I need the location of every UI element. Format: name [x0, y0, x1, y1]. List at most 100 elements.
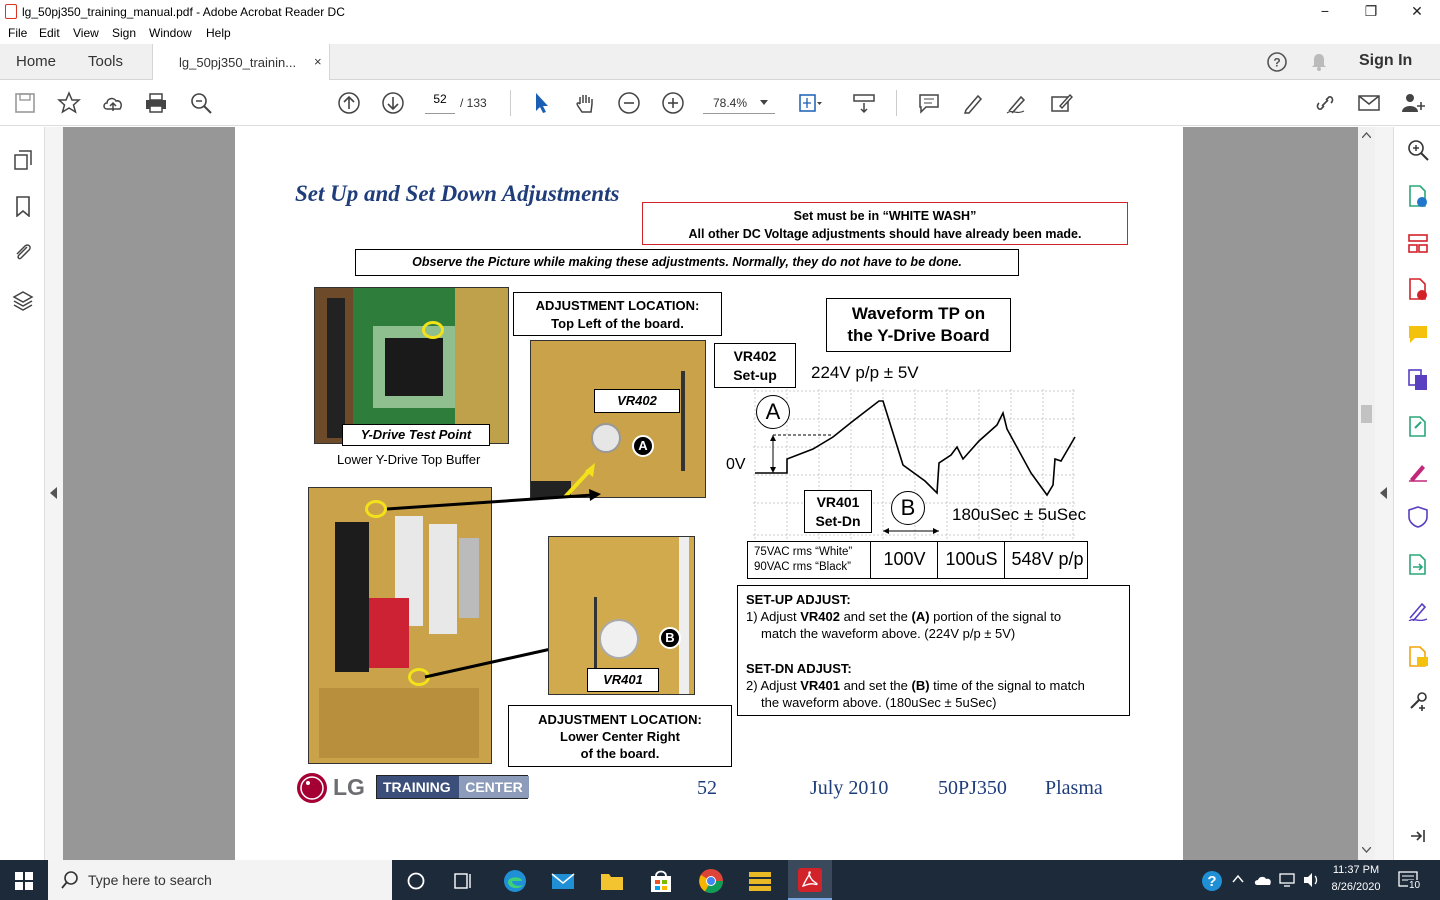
bell-icon[interactable] — [1309, 52, 1329, 72]
hand-tool-icon[interactable] — [572, 90, 598, 116]
close-window-button[interactable]: ✕ — [1394, 0, 1440, 24]
file-explorer-icon[interactable] — [599, 869, 625, 893]
acrobat-taskbar-button[interactable] — [788, 860, 832, 900]
menu-edit[interactable]: Edit — [39, 26, 60, 40]
print-icon[interactable] — [143, 90, 169, 116]
page-heading: Set Up and Set Down Adjustments — [295, 181, 620, 206]
send-for-review-icon[interactable] — [1407, 552, 1429, 576]
zoom-search-icon[interactable] — [1407, 139, 1429, 161]
vr402-photo — [530, 340, 706, 498]
export-pdf-icon[interactable] — [1407, 184, 1429, 208]
chevron-up-icon[interactable] — [1232, 874, 1244, 884]
right-pane-toggle[interactable] — [1375, 127, 1393, 860]
zoom-in-icon[interactable] — [660, 90, 686, 116]
minimize-button[interactable]: − — [1302, 0, 1348, 24]
notification-count: 10 — [1408, 880, 1422, 891]
comment-icon[interactable] — [916, 90, 942, 116]
next-page-icon[interactable] — [380, 90, 406, 116]
adjustment-location-bottom-line-3: of the board. — [580, 746, 660, 761]
chrome-icon[interactable] — [697, 867, 725, 895]
task-view-icon[interactable] — [453, 871, 473, 891]
adjustment-location-top-line-1: ADJUSTMENT LOCATION: — [535, 298, 700, 313]
organize-pages-icon[interactable] — [1407, 232, 1429, 254]
layers-icon[interactable] — [12, 289, 34, 311]
add-user-icon[interactable] — [1400, 90, 1426, 116]
scope-cell-volts: 100V — [872, 542, 938, 578]
menu-file[interactable]: File — [8, 26, 27, 40]
help-tray-icon[interactable]: ? — [1200, 869, 1224, 893]
edit-pdf-icon[interactable] — [1407, 414, 1429, 438]
left-pane-toggle[interactable] — [45, 127, 63, 860]
title-bar: lg_50pj350_training_manual.pdf - Adobe A… — [0, 0, 1440, 24]
page-thumbnails-icon[interactable] — [12, 149, 34, 171]
link-icon[interactable] — [1312, 90, 1338, 116]
menu-sign[interactable]: Sign — [112, 26, 136, 40]
maximize-button[interactable]: ❐ — [1348, 0, 1394, 24]
fit-page-icon[interactable] — [796, 90, 822, 116]
zoom-out-icon[interactable] — [616, 90, 642, 116]
request-signature-icon[interactable] — [1407, 599, 1429, 621]
vertical-scrollbar[interactable] — [1358, 127, 1375, 860]
onedrive-icon[interactable] — [1253, 872, 1273, 888]
scroll-mode-icon[interactable] — [851, 90, 877, 116]
mail-icon[interactable] — [550, 869, 576, 893]
taskbar-search-box[interactable]: Type here to search — [48, 860, 392, 900]
fill-sign-icon[interactable] — [1048, 90, 1074, 116]
menu-view[interactable]: View — [73, 26, 99, 40]
bookmark-icon[interactable] — [12, 195, 34, 217]
sign-in-button[interactable]: Sign In — [1359, 52, 1412, 70]
protect-icon[interactable] — [1407, 505, 1429, 529]
email-icon[interactable] — [1356, 90, 1382, 116]
comment-tool-icon[interactable] — [1407, 323, 1429, 345]
page-number-input[interactable]: 52 — [425, 92, 455, 114]
create-pdf-icon[interactable] — [1407, 277, 1429, 301]
chevron-down-icon[interactable] — [760, 100, 768, 106]
fill-sign-tool-icon[interactable] — [1407, 460, 1429, 482]
taskbar-date[interactable]: 8/26/2020 — [1326, 881, 1386, 893]
footer-type: Plasma — [1045, 777, 1103, 799]
help-icon[interactable]: ? — [1266, 51, 1288, 73]
setup-step: 1) Adjust VR402 and set the (A) portion … — [746, 609, 1062, 624]
vr402-setup-line-2: Set-up — [733, 367, 777, 383]
tab-tools[interactable]: Tools — [88, 53, 123, 70]
highlight-pen-icon[interactable] — [960, 90, 986, 116]
right-tools-pane — [1393, 127, 1440, 860]
store-icon[interactable] — [648, 868, 674, 894]
sign-pen-icon[interactable] — [1004, 90, 1030, 116]
chevron-left-icon[interactable] — [50, 487, 58, 499]
network-icon[interactable] — [1278, 871, 1298, 889]
chevron-left-icon[interactable] — [1380, 487, 1388, 499]
compare-files-icon[interactable] — [1407, 644, 1429, 668]
scroll-up-icon[interactable] — [1362, 132, 1371, 138]
upload-cloud-icon[interactable] — [100, 90, 126, 116]
collapse-pane-icon[interactable] — [1409, 827, 1427, 845]
adjustment-location-bottom-line-2: Lower Center Right — [560, 729, 680, 744]
setdn-step: 2) Adjust VR401 and set the (B) time of … — [746, 678, 1085, 693]
cortana-icon[interactable] — [406, 871, 426, 891]
taskbar-time[interactable]: 11:37 PM — [1326, 864, 1386, 876]
footer-date: July 2010 — [810, 777, 889, 799]
menu-help[interactable]: Help — [206, 26, 231, 40]
stacked-books-icon[interactable] — [746, 868, 774, 894]
acrobat-icon — [5, 4, 17, 19]
more-tools-icon[interactable] — [1407, 690, 1429, 712]
menu-window[interactable]: Window — [149, 26, 192, 40]
select-cursor-icon[interactable] — [528, 90, 554, 116]
volume-icon[interactable] — [1302, 871, 1322, 889]
scroll-down-icon[interactable] — [1362, 847, 1371, 853]
adjustment-location-top-line-2: Top Left of the board. — [551, 316, 684, 331]
search-zoom-icon[interactable] — [188, 90, 214, 116]
save-icon[interactable] — [12, 90, 38, 116]
combine-files-icon[interactable] — [1407, 367, 1429, 391]
attachment-icon[interactable] — [12, 241, 34, 263]
tab-document[interactable]: lg_50pj350_trainin... × — [152, 44, 330, 81]
document-canvas[interactable]: Set Up and Set Down Adjustments Set must… — [63, 127, 1358, 860]
previous-page-icon[interactable] — [336, 90, 362, 116]
tab-home[interactable]: Home — [16, 53, 56, 70]
edge-browser-icon[interactable] — [502, 868, 528, 894]
setup-step-line-2: match the waveform above. (224V p/p ± 5V… — [761, 626, 1016, 641]
windows-start-icon[interactable] — [15, 872, 33, 890]
close-tab-icon[interactable]: × — [314, 54, 322, 69]
star-icon[interactable] — [56, 90, 82, 116]
scrollbar-thumb[interactable] — [1361, 405, 1372, 423]
